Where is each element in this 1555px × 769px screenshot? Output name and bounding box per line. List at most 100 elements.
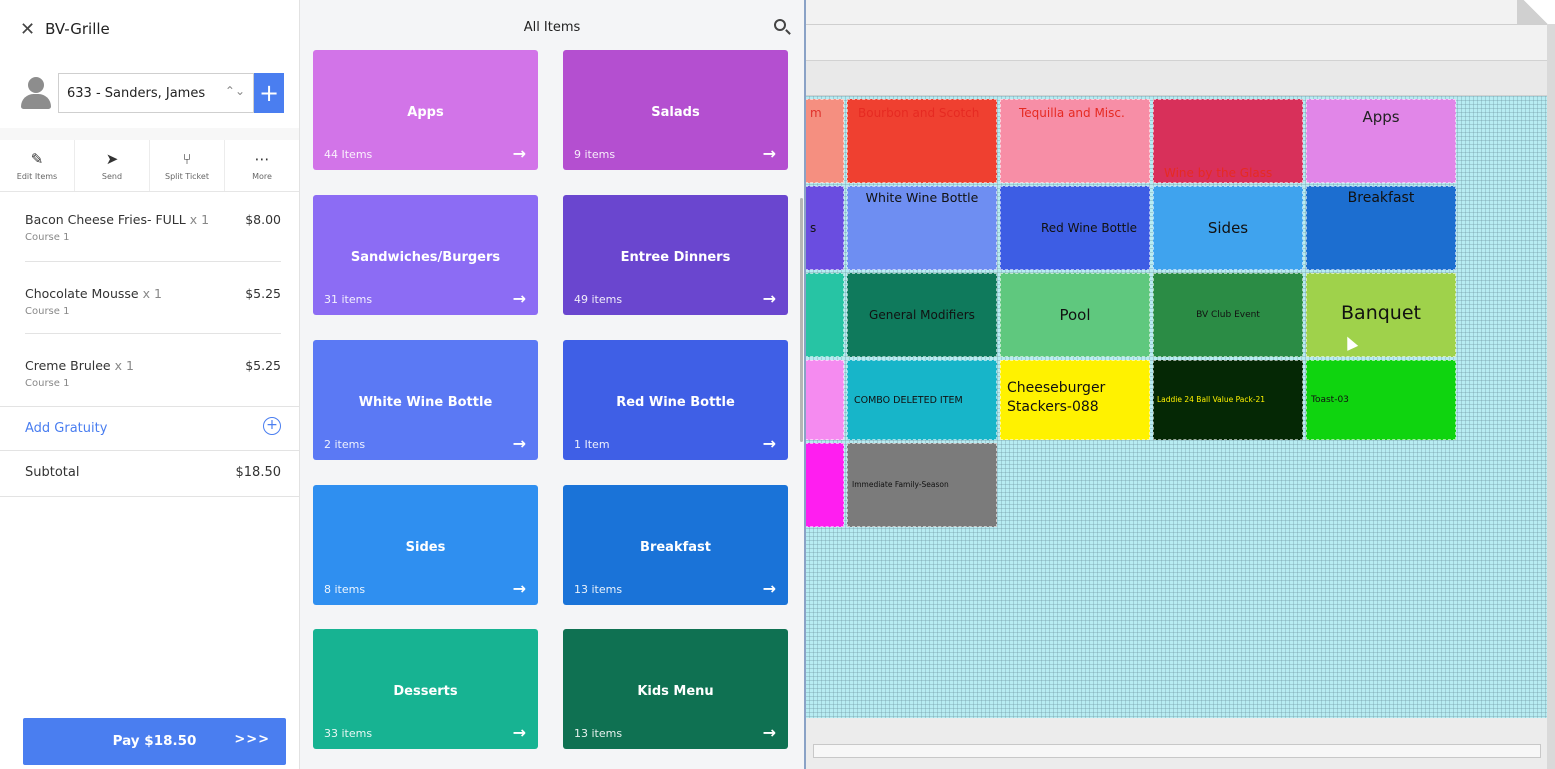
category-name: Entree Dinners [620,250,731,265]
arrow-right-icon: → [762,579,776,598]
chevron-updown-icon: ⌃⌄ [224,84,245,98]
grid-tile-label: Laddie 24 Ball Value Pack-21 [1157,395,1266,404]
grid-tile[interactable]: General Modifiers [847,273,997,357]
grid-tile[interactable]: Tequilla and Misc. [1000,99,1150,183]
category-count: 1 Item [574,438,610,451]
category-card[interactable]: Kids Menu 13 items → [563,629,788,749]
category-name: Sandwiches/Burgers [350,250,501,265]
order-line-qty: x 1 [114,358,134,373]
category-count: 13 items [574,583,623,596]
bottom-bar [805,718,1547,769]
order-panel: ✕ BV-Grille 633 - Sanders, James ⌃⌄ + ✎ … [0,0,300,769]
close-icon[interactable]: ✕ [20,19,35,40]
grid-tile[interactable] [805,273,844,357]
order-line-course: Course 1 [25,378,70,389]
order-line-name: Bacon Cheese Fries- FULL x 1 [25,212,210,227]
grid-tile-label: Apps [1362,108,1400,126]
grid-tile[interactable]: Bourbon and Scotch [847,99,997,183]
category-card[interactable]: Sandwiches/Burgers 31 items → [313,195,538,315]
grid-tile-label: Banquet [1341,302,1421,324]
more-button[interactable]: ⋯ More [225,140,299,191]
add-gratuity-row[interactable]: Add Gratuity + [0,406,299,451]
category-card[interactable]: Apps 44 Items → [313,50,538,170]
category-name: Desserts [393,684,458,699]
add-customer-button[interactable]: + [254,73,284,113]
plus-circle-icon[interactable]: + [263,417,281,435]
category-name: Breakfast [640,540,711,555]
category-count: 2 items [324,438,366,451]
window-divider [805,24,1547,25]
avatar [20,77,52,109]
category-name: Red Wine Bottle [616,395,735,410]
grid-tile[interactable]: BV Club Event [1153,273,1303,357]
grid-tile[interactable]: Sides [1153,186,1303,270]
category-card[interactable]: Desserts 33 items → [313,629,538,749]
category-card[interactable]: Sides 8 items → [313,485,538,605]
category-card[interactable]: Salads 9 items → [563,50,788,170]
order-header: ✕ BV-Grille [0,0,299,58]
order-line-price: $5.25 [245,286,281,301]
tile-grid: m Bourbon and Scotch Tequilla and Misc. … [805,96,1547,718]
edit-items-button[interactable]: ✎ Edit Items [0,140,75,191]
category-count: 13 items [574,727,623,740]
grid-tile[interactable]: White Wine Bottle [847,186,997,270]
send-button[interactable]: ➤ Send [75,140,150,191]
pay-button[interactable]: Pay $18.50 >>> [23,718,286,765]
grid-tile-label: Toast-03 [1311,395,1349,405]
category-name: Apps [407,105,444,120]
grid-tile[interactable]: Breakfast [1306,186,1456,270]
divider [0,128,299,140]
grid-tile[interactable]: Laddie 24 Ball Value Pack-21 [1153,360,1303,440]
grid-tile[interactable]: Wine by the Glass [1153,99,1303,183]
split-ticket-button[interactable]: ⑂ Split Ticket [150,140,225,191]
arrow-right-icon: → [512,723,526,742]
grid-tile[interactable]: Red Wine Bottle [1000,186,1150,270]
customer-select[interactable]: 633 - Sanders, James ⌃⌄ [58,73,254,113]
grid-tile[interactable]: Immediate Family-Season [847,443,997,527]
split-ticket-label: Split Ticket [165,172,209,181]
order-line-name: Chocolate Mousse x 1 [25,286,162,301]
category-card[interactable]: Breakfast 13 items → [563,485,788,605]
arrow-right-icon: → [762,723,776,742]
grid-tile[interactable]: s [805,186,844,270]
arrow-right-icon: → [512,579,526,598]
order-line-course: Course 1 [25,232,70,243]
order-line[interactable]: Bacon Cheese Fries- FULL x 1 $8.00 Cours… [25,192,281,262]
order-line[interactable]: Creme Brulee x 1 $5.25 Course 1 [25,334,281,406]
order-line[interactable]: Chocolate Mousse x 1 $5.25 Course 1 [25,262,281,334]
grid-tile-label: BV Club Event [1196,310,1260,320]
grid-tile[interactable]: Toast-03 [1306,360,1456,440]
grid-tile[interactable]: COMBO DELETED ITEM [847,360,997,440]
grid-tile[interactable]: Banquet [1306,273,1456,357]
customer-row: 633 - Sanders, James ⌃⌄ + [0,58,299,128]
more-label: More [252,172,272,181]
category-card[interactable]: Entree Dinners 49 items → [563,195,788,315]
grid-tile[interactable]: m [805,99,844,183]
grid-tile-label: Tequilla and Misc. [1019,106,1125,120]
grid-tile[interactable]: Apps [1306,99,1456,183]
grid-tile-label: General Modifiers [869,308,975,322]
horizontal-scrollbar[interactable] [813,744,1541,758]
add-gratuity-label: Add Gratuity [25,421,108,436]
arrow-right-icon: → [762,434,776,453]
search-icon[interactable] [774,19,786,31]
grid-tile[interactable]: Cheeseburger Stackers-088 [1000,360,1150,440]
order-line-qty: x 1 [142,286,162,301]
arrow-right-icon: → [762,289,776,308]
grid-tile[interactable] [805,360,844,440]
grid-tile-label: Breakfast [1347,190,1415,206]
grid-tile[interactable]: Pool [1000,273,1150,357]
category-count: 8 items [324,583,366,596]
category-count: 44 Items [324,148,373,161]
category-name: White Wine Bottle [358,395,493,410]
pencil-icon: ✎ [30,150,44,168]
edit-items-label: Edit Items [16,172,58,181]
category-count: 33 items [324,727,373,740]
scrollbar[interactable] [800,198,803,442]
grid-tile[interactable] [805,443,844,527]
grid-tile-label: Pool [1059,306,1091,324]
category-card[interactable]: Red Wine Bottle 1 Item → [563,340,788,460]
category-card[interactable]: White Wine Bottle 2 items → [313,340,538,460]
order-line-price: $8.00 [245,212,281,227]
toolbar-strip [805,60,1547,96]
